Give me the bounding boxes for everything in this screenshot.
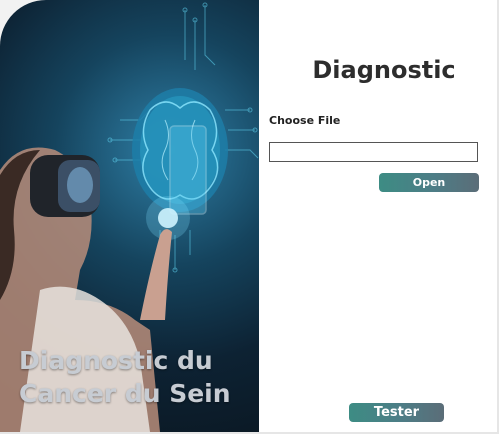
tester-button[interactable]: Tester — [349, 403, 444, 422]
form-panel: Diagnostic Choose File Open Tester — [259, 0, 497, 432]
main-card: Diagnostic du Cancer du Sein Diagnostic … — [0, 0, 499, 434]
hero-title: Diagnostic du Cancer du Sein — [19, 344, 255, 410]
file-path-input[interactable] — [269, 142, 478, 162]
hero-image-panel: Diagnostic du Cancer du Sein — [0, 0, 259, 432]
open-button[interactable]: Open — [379, 173, 479, 192]
page-title: Diagnostic — [312, 56, 456, 84]
app-window: Diagnostic du Cancer du Sein Diagnostic … — [0, 0, 499, 434]
choose-file-label: Choose File — [269, 114, 341, 127]
hero-title-line-1: Diagnostic du — [19, 346, 213, 375]
hero-title-line-2: Cancer du Sein — [19, 379, 231, 408]
